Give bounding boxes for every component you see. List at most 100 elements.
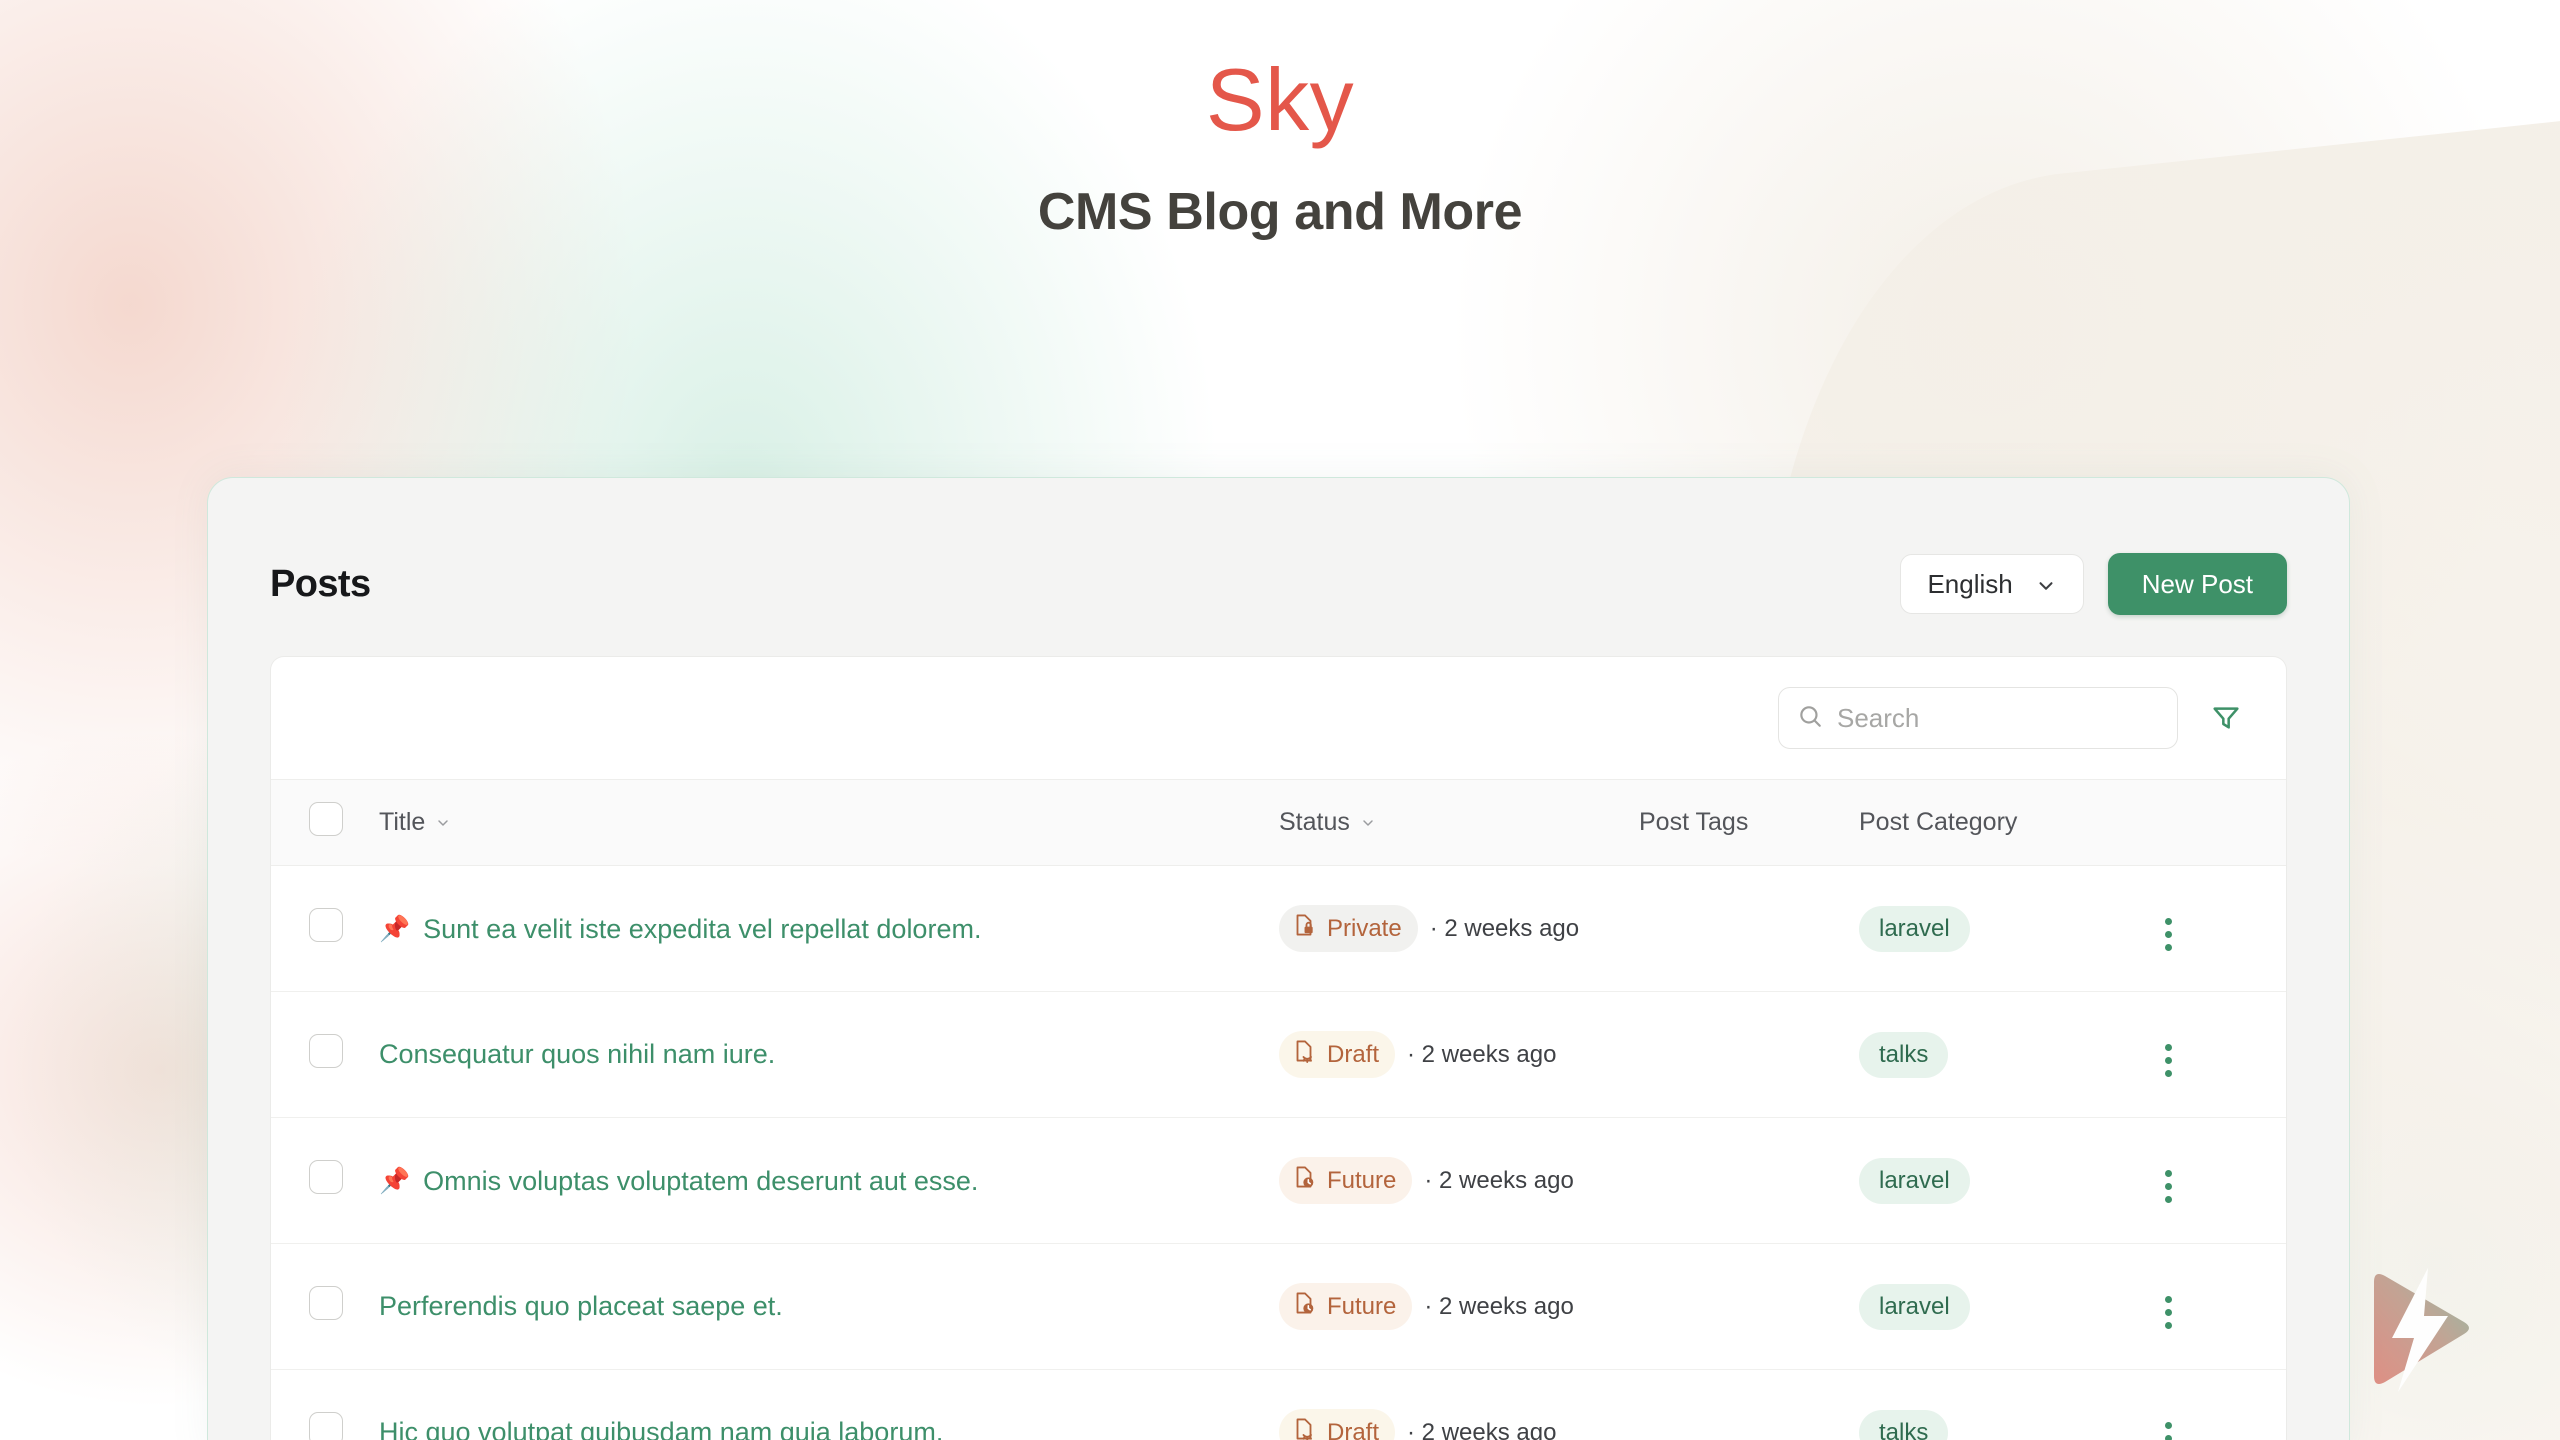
table-row[interactable]: Consequatur quos nihil nam iure. Draft · 2… — [271, 992, 2286, 1118]
language-select-value: English — [1927, 568, 2013, 599]
chevron-down-icon — [1363, 819, 1373, 826]
column-label-title: Title — [379, 808, 426, 836]
category-chip[interactable]: talks — [1859, 1031, 1949, 1078]
status-badge: Draft — [1279, 1409, 1396, 1440]
row-checkbox[interactable] — [309, 908, 343, 942]
row-post-tags-cell — [1639, 1370, 1859, 1440]
row-post-category-cell: laravel — [1859, 866, 2159, 992]
row-checkbox[interactable] — [309, 1412, 343, 1440]
row-title-cell: Perferendis quo placeat saepe et. — [379, 1244, 1279, 1370]
filter-button[interactable] — [2204, 696, 2248, 740]
search-icon — [1797, 703, 1823, 734]
column-header-actions — [2159, 780, 2286, 866]
kebab-menu-icon[interactable] — [2159, 1290, 2178, 1335]
table-header-row: Title Status Post Tags Post Category — [271, 779, 2286, 866]
kebab-menu-icon[interactable] — [2159, 1416, 2178, 1440]
table-body: 📌 Sunt ea velit iste expedita vel repella… — [271, 866, 2286, 1440]
row-post-category-cell: laravel — [1859, 1118, 2159, 1244]
row-post-category-cell: laravel — [1859, 1244, 2159, 1370]
post-title-link[interactable]: 📌 Sunt ea velit iste expedita vel repella… — [379, 914, 981, 945]
row-actions-cell — [2159, 992, 2286, 1118]
kebab-menu-icon[interactable] — [2159, 1038, 2178, 1083]
status-timestamp: · 2 weeks ago — [1407, 1040, 1557, 1068]
row-actions-cell — [2159, 1118, 2286, 1244]
row-post-category-cell: talks — [1859, 1370, 2159, 1440]
table-header: Title Status Post Tags Post Category — [271, 779, 2286, 866]
panel-header: Posts English New Post — [208, 478, 2349, 628]
row-status-cell: Draft · 2 weeks ago — [1279, 992, 1639, 1118]
category-chip[interactable]: laravel — [1859, 1283, 1970, 1330]
row-status-cell: Draft · 2 weeks ago — [1279, 1370, 1639, 1440]
category-chip[interactable]: laravel — [1859, 905, 1970, 952]
column-header-post-category: Post Category — [1859, 808, 2018, 836]
row-post-category-cell: talks — [1859, 992, 2159, 1118]
post-title-link[interactable]: Hic quo volutpat quibusdam nam quia labo… — [379, 1417, 943, 1440]
document-eye-off-icon — [1291, 1038, 1317, 1071]
posts-table: Title Status Post Tags Post Category 📌 S… — [271, 779, 2286, 1440]
row-post-tags-cell — [1639, 1118, 1859, 1244]
row-actions-cell — [2159, 1244, 2286, 1370]
row-select-cell — [271, 866, 379, 992]
search-input[interactable] — [1837, 702, 2159, 734]
status-badge-label: Draft — [1327, 1418, 1380, 1440]
row-select-cell — [271, 992, 379, 1118]
post-title-link[interactable]: Perferendis quo placeat saepe et. — [379, 1291, 783, 1322]
status-timestamp: · 2 weeks ago — [1429, 914, 1580, 942]
status-badge-label: Draft — [1327, 1040, 1380, 1068]
post-title-text: Perferendis quo placeat saepe et. — [379, 1291, 783, 1321]
status-timestamp: · 2 weeks ago — [1424, 1292, 1574, 1320]
row-title-cell: Hic quo volutpat quibusdam nam quia labo… — [379, 1370, 1279, 1440]
select-all-checkbox[interactable] — [309, 802, 343, 836]
posts-panel: Posts English New Post Search Title Stat… — [207, 477, 2350, 1440]
document-lock-icon — [1291, 912, 1317, 945]
kebab-menu-icon[interactable] — [2159, 1164, 2178, 1209]
language-select[interactable]: English — [1900, 554, 2084, 614]
column-header-status: Status — [1279, 780, 1639, 866]
row-checkbox[interactable] — [309, 1286, 343, 1320]
row-checkbox[interactable] — [309, 1160, 343, 1194]
row-title-cell: 📌 Sunt ea velit iste expedita vel repella… — [379, 866, 1279, 992]
status-badge: Draft — [1279, 1031, 1396, 1078]
post-title-link[interactable]: Consequatur quos nihil nam iure. — [379, 1039, 775, 1070]
search-field[interactable] — [1778, 687, 2178, 749]
table-row[interactable]: Perferendis quo placeat saepe et. Future ·… — [271, 1244, 2286, 1370]
column-header-post-tags: Post Tags — [1639, 808, 1749, 836]
panel-header-actions: English New Post — [1900, 553, 2287, 615]
status-badge-label: Future — [1327, 1166, 1397, 1194]
brand-title: Sky — [1205, 50, 1355, 149]
post-title-text: Hic quo volutpat quibusdam nam quia labo… — [379, 1417, 944, 1440]
sort-status-button[interactable]: Status — [1279, 808, 1376, 837]
row-post-tags-cell — [1639, 866, 1859, 992]
column-header-title: Title — [379, 780, 1279, 866]
table-row[interactable]: Hic quo volutpat quibusdam nam quia labo… — [271, 1370, 2286, 1440]
new-post-button[interactable]: New Post — [2107, 553, 2287, 615]
status-badge: Private — [1279, 905, 1418, 952]
sky-play-bolt-logo — [2352, 1260, 2482, 1400]
post-title-link[interactable]: 📌 Omnis voluptas voluptatem deserunt aut … — [379, 1166, 978, 1197]
chevron-down-icon — [438, 819, 449, 826]
document-clock-icon — [1291, 1164, 1317, 1197]
status-badge-label: Future — [1327, 1292, 1397, 1320]
document-eye-off-icon — [1291, 1416, 1317, 1440]
kebab-menu-icon[interactable] — [2159, 912, 2178, 957]
row-select-cell — [271, 1370, 379, 1440]
table-row[interactable]: 📌 Sunt ea velit iste expedita vel repella… — [271, 866, 2286, 992]
row-title-cell: Consequatur quos nihil nam iure. — [379, 992, 1279, 1118]
status-badge: Future — [1279, 1157, 1413, 1204]
category-chip[interactable]: laravel — [1859, 1157, 1970, 1204]
page-tagline: CMS Blog and More — [1037, 183, 1523, 241]
table-row[interactable]: 📌 Omnis voluptas voluptatem deserunt aut … — [271, 1118, 2286, 1244]
filter-icon — [2210, 707, 2242, 737]
row-post-tags-cell — [1639, 992, 1859, 1118]
sort-title-button[interactable]: Title — [379, 808, 451, 837]
row-status-cell: Future · 2 weeks ago — [1279, 1244, 1639, 1370]
status-timestamp: · 2 weeks ago — [1424, 1166, 1574, 1194]
row-status-cell: Future · 2 weeks ago — [1279, 1118, 1639, 1244]
posts-table-card: Title Status Post Tags Post Category — [270, 656, 2287, 1440]
category-chip[interactable]: talks — [1859, 1409, 1949, 1440]
chevron-down-icon — [2035, 573, 2057, 595]
document-clock-icon — [1291, 1290, 1317, 1323]
post-title-text: Sunt ea velit iste expedita vel repellat… — [423, 913, 982, 944]
row-checkbox[interactable] — [309, 1034, 343, 1068]
row-actions-cell — [2159, 1370, 2286, 1440]
